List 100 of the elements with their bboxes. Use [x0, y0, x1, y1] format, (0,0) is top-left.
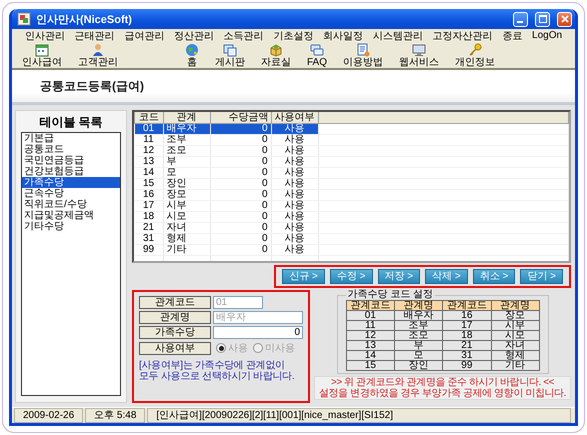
person-icon	[91, 42, 105, 56]
document-icon	[356, 42, 370, 56]
field-label: 가족수당	[139, 326, 211, 339]
column-header: 관계코드	[346, 300, 395, 310]
table-cell: 0	[210, 178, 271, 190]
status-text: [인사급여][20090226][2][11][001][nice_master][SI152]	[147, 408, 571, 423]
table-cell: 0	[210, 146, 271, 156]
menu-item[interactable]: 인사관리	[22, 28, 67, 42]
table-cell: 16	[134, 190, 163, 200]
field-label: 사용여부	[139, 342, 211, 354]
table-cell: 장인	[163, 178, 210, 190]
menu-item[interactable]: 고정자산관리	[430, 28, 495, 42]
menu-item[interactable]: 소득관리	[222, 28, 266, 42]
toolbar-button[interactable]: 이용방법	[337, 42, 389, 68]
table-cell: 0	[210, 244, 271, 256]
list-item[interactable]: 기타수당	[22, 221, 120, 232]
monitor-icon	[412, 42, 426, 56]
list-item[interactable]: 기본급	[22, 133, 120, 144]
table-cell: 12	[134, 146, 163, 156]
table-cell: 장모	[163, 190, 210, 200]
table-cell: 배우자	[163, 124, 210, 134]
field-label: 관계명	[139, 311, 211, 324]
close-icon	[560, 15, 568, 23]
group-title: 가족수당 코드 설정	[346, 290, 434, 300]
menu-item[interactable]: 회사일정	[321, 28, 366, 42]
table-cell: 기타	[163, 244, 210, 256]
column-header[interactable]: 수당금액	[210, 112, 271, 124]
toolbar-button[interactable]: 웹서비스	[393, 42, 445, 68]
table-cell: 12	[346, 330, 395, 340]
maximize-button[interactable]	[535, 12, 550, 26]
status-text: 오후 5:48	[85, 408, 146, 423]
column-header[interactable]: 사용여부	[271, 112, 318, 124]
table-cell: 사용	[271, 134, 318, 146]
table-cell: 13	[346, 340, 395, 350]
usage-note: [사용여부]는 가족수당에 관계없이 모두 사용으로 선택하시기 바랍니다.	[139, 360, 296, 382]
window-icon	[222, 42, 237, 56]
field-label: 관계코드	[139, 296, 211, 309]
table-cell: 사용	[271, 124, 318, 134]
table-cell: 사용	[271, 156, 318, 168]
table-cell: 사용	[271, 244, 318, 256]
table-cell: 배우자	[394, 310, 443, 320]
table-cell: 11	[134, 134, 163, 146]
notice-text: 설정을 변경하였을 경우 부양가족 공제에 영향이 미칩니다.	[319, 388, 566, 399]
toolbar-button[interactable]: 개인정보	[449, 42, 501, 68]
column-header: 관계명	[394, 300, 443, 310]
menu-item[interactable]: 시스템관리	[370, 28, 425, 42]
menu-item[interactable]: 종료	[500, 28, 524, 42]
chat-icon	[310, 42, 324, 56]
menu-item[interactable]: 근태관리	[72, 28, 117, 42]
list-title: 테이블 목록	[38, 114, 104, 131]
table-cell: 부	[163, 156, 210, 168]
menu-item[interactable]: 정산관리	[172, 28, 216, 42]
table-cell: 0	[210, 222, 271, 234]
list-item[interactable]: 국민연금등급	[22, 155, 120, 166]
toolbar-button[interactable]: 자료실	[254, 42, 297, 68]
table-cell: 0	[210, 190, 271, 200]
table-cell: 자녀	[163, 222, 210, 234]
status-text: 2009-02-26	[14, 408, 84, 423]
close-button[interactable]	[557, 12, 572, 26]
menu-item[interactable]: LogOn	[530, 30, 564, 41]
table-cell: 15	[134, 178, 163, 190]
toolbar-button[interactable]: 고객관리	[72, 42, 124, 68]
toolbar-button[interactable]: 인사급여	[16, 42, 68, 68]
column-header: 관계명	[491, 300, 540, 310]
list-item[interactable]: 근속수당	[22, 188, 120, 199]
calendar-icon	[35, 42, 49, 56]
table-cell: 모	[163, 168, 210, 178]
table-cell: 시모	[163, 212, 210, 222]
toolbar-button[interactable]: 게시판	[208, 42, 251, 68]
table-cell: 01	[134, 124, 163, 134]
app-icon	[17, 12, 31, 26]
table-cell: 0	[210, 212, 271, 222]
table-cell: 0	[210, 134, 271, 146]
minimize-button[interactable]	[513, 12, 528, 26]
list-item[interactable]: 지급및공제금액	[22, 210, 120, 221]
table-cell: 사용	[271, 222, 318, 234]
table-cell: 31	[134, 234, 163, 244]
table-cell: 사용	[271, 178, 318, 190]
column-header[interactable]: 코드	[134, 112, 163, 124]
notice-text: >> 위 관계코드와 관계명을 준수 하시기 바랍니다. <<	[330, 377, 556, 388]
list-item[interactable]: 직위코드/수당	[22, 199, 120, 210]
menu-item[interactable]: 기초설정	[271, 28, 316, 42]
menu-item[interactable]: 급여관리	[122, 28, 166, 42]
input-field[interactable]: 0	[213, 326, 303, 339]
column-header[interactable]: 관계	[163, 112, 210, 124]
list-item[interactable]: 건강보험등급	[22, 166, 120, 177]
table-cell: 21	[134, 222, 163, 234]
toolbar-button[interactable]: 홈	[178, 42, 205, 68]
table-cell: 0	[210, 200, 271, 212]
table-cell: 99	[134, 244, 163, 256]
table-cell: 사용	[271, 146, 318, 156]
toolbar-button[interactable]: FAQ	[300, 42, 333, 68]
list-item[interactable]: 가족수당	[22, 177, 120, 188]
table-cell: 14	[134, 168, 163, 178]
table-cell: 사용	[271, 190, 318, 200]
list-item[interactable]: 공통코드	[22, 144, 120, 155]
table-cell: 시부	[163, 200, 210, 212]
table-cell: 0	[210, 168, 271, 178]
table-cell: 형제	[163, 234, 210, 244]
table-cell: 15	[346, 360, 395, 370]
